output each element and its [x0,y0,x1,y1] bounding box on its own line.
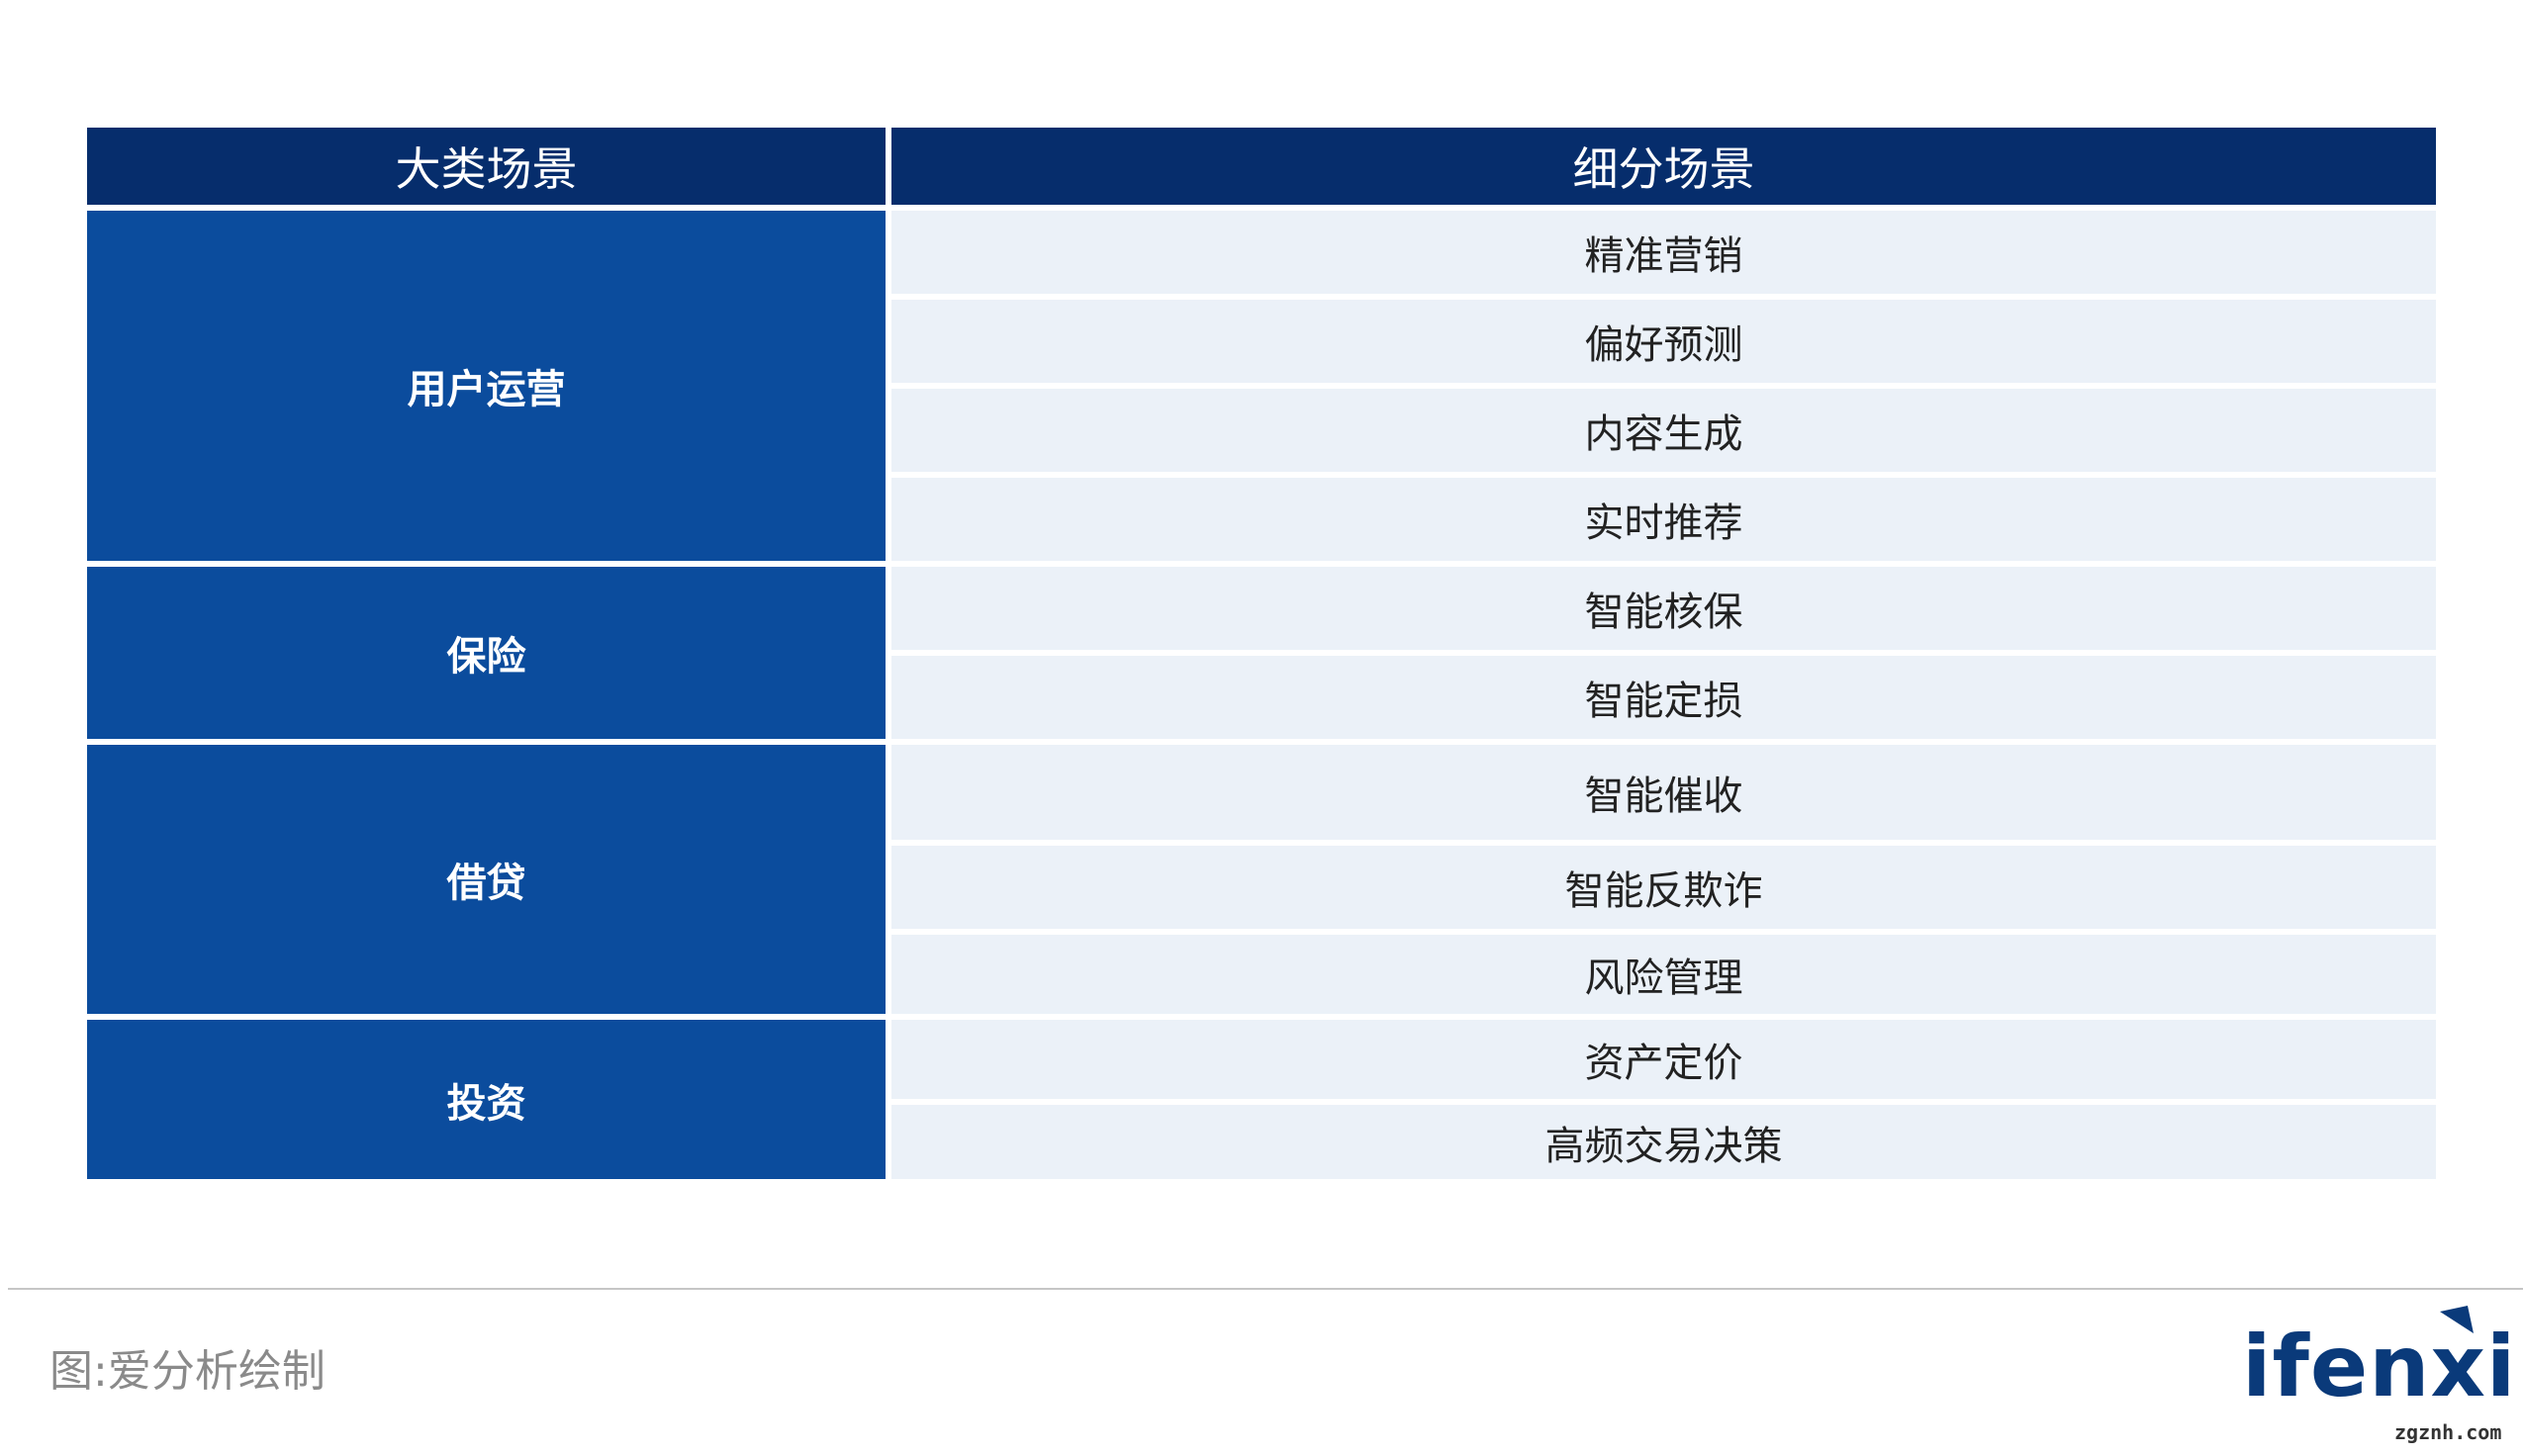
subcategory-cell: 资产定价 [891,1020,2436,1099]
category-cell: 投资 [87,1020,886,1179]
ifenxi-logo: ifenxi [2242,1304,2515,1422]
header-subcategory: 细分场景 [891,128,2436,205]
subcategory-cell: 风险管理 [891,935,2436,1014]
subcategory-cell: 智能反欺诈 [891,846,2436,929]
scenario-table: 大类场景 细分场景 用户运营 精准营销 偏好预测 内容生成 实时推荐 保险 智能… [87,128,2436,1179]
subcategory-cell: 偏好预测 [891,300,2436,383]
subcategory-cell: 高频交易决策 [891,1105,2436,1179]
category-cell: 借贷 [87,745,886,1014]
subcategory-cell: 智能核保 [891,567,2436,650]
site-watermark: zgznh.com [2394,1420,2502,1444]
subcategory-cell: 精准营销 [891,211,2436,294]
category-cell: 用户运营 [87,211,886,561]
category-cell: 保险 [87,567,886,739]
header-category: 大类场景 [87,128,886,205]
logo-arrow-icon [2440,1306,2474,1333]
subcategory-cell: 实时推荐 [891,478,2436,561]
footer-divider [8,1288,2523,1290]
source-caption: 图:爱分析绘制 [49,1346,326,1397]
subcategory-cell: 智能催收 [891,745,2436,840]
subcategory-cell: 内容生成 [891,389,2436,472]
subcategory-cell: 智能定损 [891,656,2436,739]
